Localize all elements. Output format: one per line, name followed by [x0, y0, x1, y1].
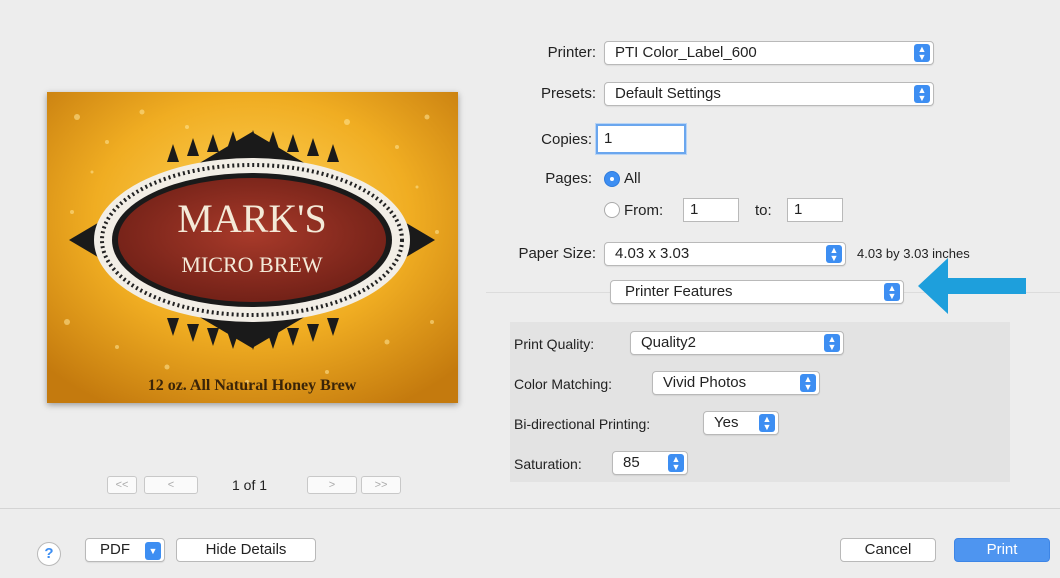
- pages-to-field[interactable]: 1: [787, 198, 843, 222]
- print-dialog: MARK'S MICRO BREW 12 oz. All Natural Hon…: [0, 0, 1060, 578]
- pages-from-field[interactable]: 1: [683, 198, 739, 222]
- print-button[interactable]: Print: [954, 538, 1050, 562]
- color-matching-popup[interactable]: Vivid Photos ▲ ▼: [652, 371, 820, 395]
- printer-value: PTI Color_Label_600: [615, 44, 757, 61]
- copies-label: Copies:: [541, 131, 592, 148]
- printer-popup[interactable]: PTI Color_Label_600 ▲ ▼: [604, 41, 934, 65]
- next-page-button[interactable]: >: [307, 476, 357, 494]
- chevron-down-icon: ▼: [145, 542, 161, 560]
- last-page-button[interactable]: >>: [361, 476, 401, 494]
- color-matching-label: Color Matching:: [514, 376, 613, 392]
- previous-page-button[interactable]: <: [144, 476, 198, 494]
- bidirectional-printing-popup[interactable]: Yes ▲ ▼: [703, 411, 779, 435]
- pdf-label: PDF: [100, 541, 130, 558]
- pdf-menu-button[interactable]: PDF ▼: [85, 538, 165, 562]
- cancel-button[interactable]: Cancel: [840, 538, 936, 562]
- label-tagline: 12 oz. All Natural Honey Brew: [148, 377, 357, 394]
- bidirectional-printing-value: Yes: [714, 414, 739, 431]
- popup-arrows-icon: ▲ ▼: [800, 374, 816, 392]
- hide-details-button[interactable]: Hide Details: [176, 538, 316, 562]
- label-subtitle: MICRO BREW: [181, 252, 322, 277]
- bidirectional-printing-label: Bi-directional Printing:: [514, 416, 651, 432]
- color-matching-value: Vivid Photos: [663, 374, 747, 391]
- saturation-label: Saturation:: [514, 456, 582, 472]
- label-title: MARK'S: [177, 196, 326, 241]
- popup-arrows-icon: ▲ ▼: [824, 334, 840, 352]
- paper-size-popup[interactable]: 4.03 x 3.03 ▲ ▼: [604, 242, 846, 266]
- popup-arrows-icon: ▲ ▼: [668, 454, 684, 472]
- pages-all-radio[interactable]: [604, 171, 620, 187]
- copies-field[interactable]: 1: [596, 124, 686, 154]
- popup-arrows-icon: ▲ ▼: [826, 245, 842, 263]
- presets-label: Presets:: [540, 85, 596, 102]
- printer-label: Printer:: [547, 44, 596, 61]
- paper-size-value: 4.03 x 3.03: [615, 245, 690, 262]
- callout-arrow-icon: [918, 258, 1026, 314]
- popup-arrows-icon: ▲ ▼: [759, 414, 775, 432]
- pages-range-radio[interactable]: [604, 202, 620, 218]
- print-quality-popup[interactable]: Quality2 ▲ ▼: [630, 331, 844, 355]
- pages-from-label: From:: [624, 202, 664, 219]
- print-quality-label: Print Quality:: [514, 336, 595, 352]
- pages-all-label: All: [624, 170, 641, 187]
- presets-value: Default Settings: [615, 85, 721, 102]
- print-quality-value: Quality2: [641, 334, 697, 351]
- saturation-value: 85: [623, 454, 640, 471]
- popup-arrows-icon: ▲ ▼: [884, 283, 900, 301]
- pages-to-label: to:: [755, 202, 772, 219]
- paper-size-label: Paper Size:: [518, 245, 596, 262]
- presets-popup[interactable]: Default Settings ▲ ▼: [604, 82, 934, 106]
- bottom-divider: [0, 508, 1060, 509]
- first-page-button[interactable]: <<: [107, 476, 137, 494]
- popup-arrows-icon: ▲ ▼: [914, 44, 930, 62]
- popup-arrows-icon: ▲ ▼: [914, 85, 930, 103]
- print-preview: MARK'S MICRO BREW 12 oz. All Natural Hon…: [47, 92, 458, 403]
- section-value: Printer Features: [625, 283, 733, 300]
- label-preview-image: MARK'S MICRO BREW 12 oz. All Natural Hon…: [47, 92, 458, 403]
- section-popup[interactable]: Printer Features ▲ ▼: [610, 280, 904, 304]
- page-counter: 1 of 1: [232, 477, 268, 493]
- help-button[interactable]: ?: [37, 542, 61, 566]
- pages-label: Pages:: [545, 170, 592, 187]
- saturation-popup[interactable]: 85 ▲ ▼: [612, 451, 688, 475]
